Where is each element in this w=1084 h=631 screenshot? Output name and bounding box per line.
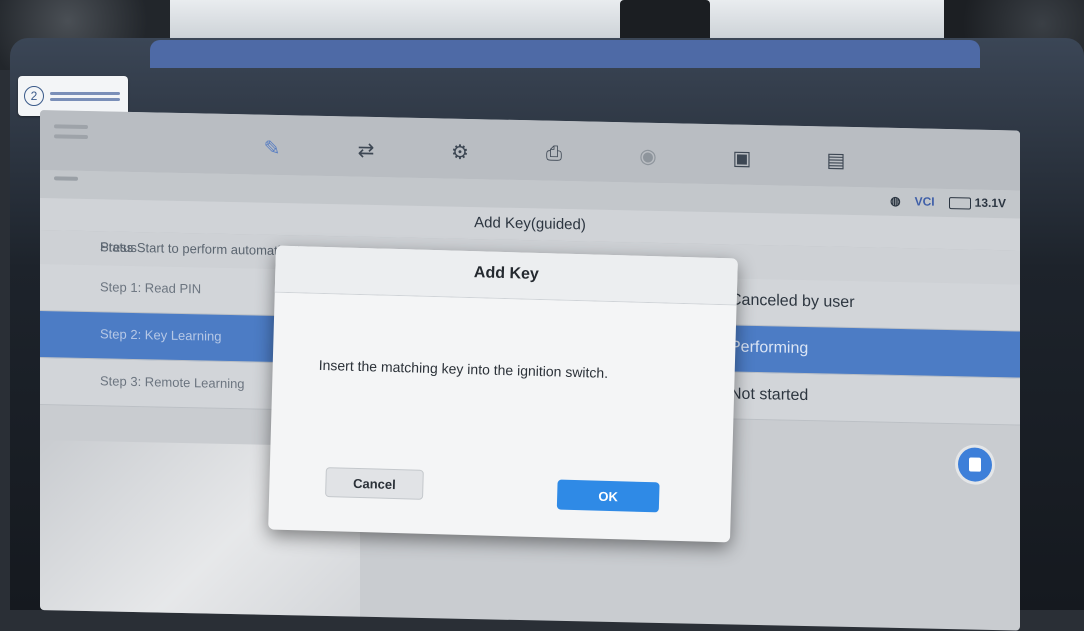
cancel-button[interactable]: Cancel [325,467,424,500]
dialog-title: Add Key [473,264,540,283]
save-icon[interactable]: ▣ [695,136,789,180]
message-icon[interactable]: ▤ [789,138,883,182]
sticker-number-icon: 2 [24,86,44,106]
step-name: Step 1: Read PIN [100,279,202,297]
print-icon[interactable]: ⎙ [507,132,601,176]
step-name: Step 2: Key Learning [100,326,222,344]
camera-icon[interactable]: ◉ [601,134,695,178]
home-area[interactable] [54,118,114,159]
battery-icon [948,196,971,210]
gear-icon[interactable]: ⚙ [413,130,507,174]
battery-indicator: 13.1V [948,195,1006,211]
voltage-label: 13.1V [974,195,1006,211]
toolbar-icons: ✎ ⇄ ⚙ ⎙ ◉ ▣ ▤ [225,126,885,182]
step-name: Step 3: Remote Learning [100,373,245,392]
tablet-rim [150,40,980,68]
step-status: Not started [730,385,809,405]
ok-button[interactable]: OK [556,479,660,513]
status-column-header: Status [100,239,137,256]
edit-icon[interactable]: ✎ [225,126,319,170]
back-indicator [54,176,78,181]
status-indicators: ◍ VCI 13.1V [890,194,1006,210]
add-key-dialog: Add Key Insert the matching key into the… [268,245,738,543]
step-status: Performing [730,338,809,358]
document-icon [969,457,981,472]
report-float-button[interactable] [958,447,992,482]
vci-indicator: VCI [914,194,935,209]
connection-icon: ◍ [890,193,901,209]
shuffle-icon[interactable]: ⇄ [319,128,413,172]
dialog-message: Insert the matching key into the ignitio… [318,356,609,381]
step-status: Canceled by user [730,291,855,312]
